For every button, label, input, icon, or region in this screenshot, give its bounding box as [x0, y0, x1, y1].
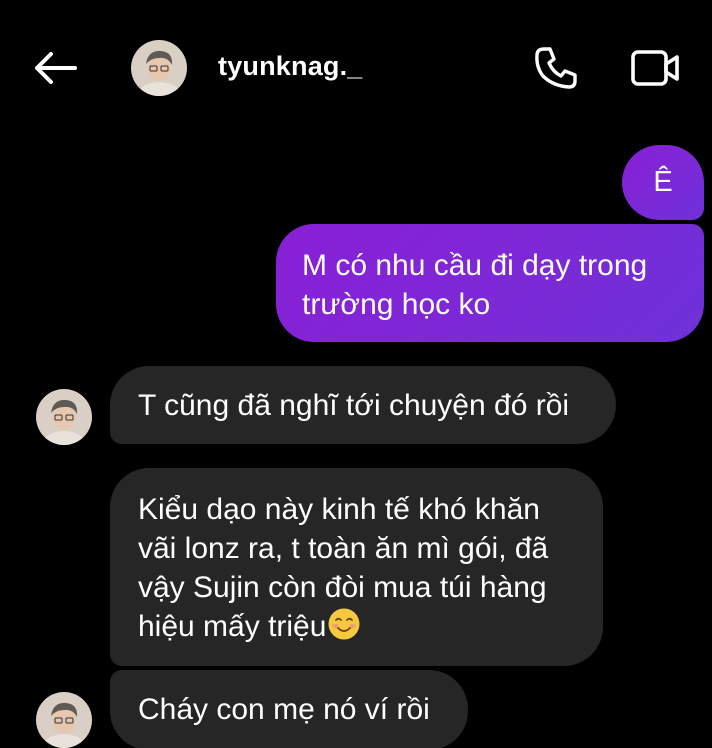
message-text-line-with-emoji: hiệu mấy triệu	[138, 607, 579, 646]
avatar-image	[36, 692, 92, 748]
chat-header: tyunknag._	[0, 0, 712, 130]
audio-call-button[interactable]	[530, 44, 582, 92]
avatar-image	[131, 40, 187, 96]
message-bubble-incoming[interactable]: T cũng đã nghĩ tới chuyện đó rồi	[110, 366, 616, 444]
sender-avatar[interactable]	[36, 692, 92, 748]
message-bubble-outgoing[interactable]: Ê	[622, 145, 704, 220]
message-text-line: vậy Sujin còn đòi mua túi hàng	[138, 571, 547, 604]
message-text: Ê	[653, 166, 673, 198]
message-text-line: M có nhu cầu đi dạy trong	[302, 249, 648, 282]
contact-avatar[interactable]	[131, 40, 187, 96]
message-text: Cháy con mẹ nó ví rồi	[138, 693, 430, 726]
chat-screen: tyunknag._ Ê M có nhu cầu đi dạy trong t…	[0, 0, 712, 748]
message-text-line: Kiểu dạo này kinh tế khó khăn	[138, 493, 540, 526]
message-bubble-incoming[interactable]: Cháy con mẹ nó ví rồi	[110, 670, 468, 748]
contact-username[interactable]: tyunknag._	[218, 48, 363, 84]
message-text-line: vãi lonz ra, t toàn ăn mì gói, đã	[138, 532, 549, 565]
message-bubble-incoming[interactable]: Kiểu dạo này kinh tế khó khăn vãi lonz r…	[110, 468, 603, 666]
video-call-button[interactable]	[628, 46, 684, 90]
message-bubble-outgoing[interactable]: M có nhu cầu đi dạy trong trường học ko	[276, 224, 704, 342]
smiling-face-emoji	[328, 608, 360, 640]
message-text: T cũng đã nghĩ tới chuyện đó rồi	[138, 389, 570, 422]
sender-avatar[interactable]	[36, 389, 92, 445]
avatar-image	[36, 389, 92, 445]
message-text-line: hiệu mấy triệu	[138, 610, 327, 643]
video-camera-icon	[631, 50, 679, 86]
back-button[interactable]	[28, 46, 82, 90]
phone-icon	[535, 47, 577, 89]
message-text-line: trường học ko	[302, 288, 491, 321]
back-arrow-icon	[35, 52, 77, 84]
